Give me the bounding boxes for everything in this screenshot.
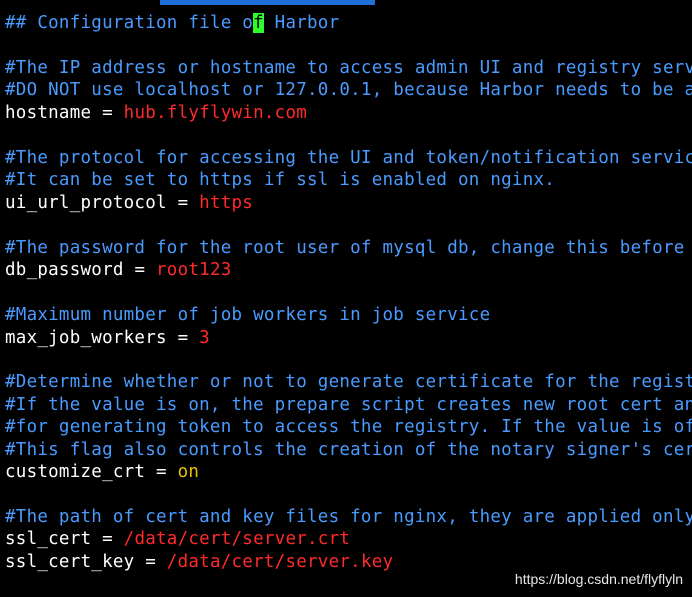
comment-line[interactable]: #DO NOT use localhost or 127.0.0.1, beca… xyxy=(5,79,692,101)
active-tab-indicator[interactable] xyxy=(160,0,375,5)
setting-key: ssl_cert_key xyxy=(5,552,135,572)
assignment-operator: = xyxy=(91,103,124,123)
comment-line[interactable]: #This flag also controls the creation of… xyxy=(5,439,692,461)
comment-line[interactable]: #Maximum number of job workers in job se… xyxy=(5,304,490,326)
blog-watermark: https://blog.csdn.net/flyflyln xyxy=(514,571,683,587)
setting-line-ui-url-protocol[interactable]: ui_url_protocol = https xyxy=(5,192,253,214)
comment-line[interactable]: #If the value is on, the prepare script … xyxy=(5,394,692,416)
setting-value: on xyxy=(177,462,200,482)
terminal-editor[interactable]: ## Configuration file of Harbor #The IP … xyxy=(0,0,692,597)
comment-line[interactable]: #The IP address or hostname to access ad… xyxy=(5,57,692,79)
comment-line[interactable]: #It can be set to https if ssl is enable… xyxy=(5,169,555,191)
setting-value: /data/cert/server.key xyxy=(166,552,394,572)
assignment-operator: = xyxy=(145,462,178,482)
comment-line[interactable]: #Determine whether or not to generate ce… xyxy=(5,371,692,393)
comment-line[interactable]: #The path of cert and key files for ngin… xyxy=(5,506,692,528)
setting-key: ssl_cert xyxy=(5,529,92,549)
setting-key: ui_url_protocol xyxy=(5,193,167,213)
comment-line[interactable]: #The protocol for accessing the UI and t… xyxy=(5,147,692,169)
assignment-operator: = xyxy=(166,193,200,213)
setting-key: max_job_workers xyxy=(5,328,167,348)
comment-line[interactable]: #for generating token to access the regi… xyxy=(5,416,692,438)
setting-key: hostname xyxy=(5,103,92,123)
assignment-operator: = xyxy=(91,529,124,549)
setting-key: db_password xyxy=(5,260,124,280)
comment-line[interactable]: #The password for the root user of mysql… xyxy=(5,237,685,259)
heading-text-after: Harbor xyxy=(263,13,340,33)
setting-line-max-job-workers[interactable]: max_job_workers = 3 xyxy=(5,327,210,349)
window-top-strip xyxy=(0,0,692,5)
setting-value: root123 xyxy=(156,260,232,280)
setting-line-customize-crt[interactable]: customize_crt = on xyxy=(5,461,199,483)
setting-value: https xyxy=(199,193,254,213)
setting-value: 3 xyxy=(199,328,210,348)
setting-line-ssl-cert[interactable]: ssl_cert = /data/cert/server.crt xyxy=(5,528,350,550)
assignment-operator: = xyxy=(134,552,167,572)
assignment-operator: = xyxy=(123,260,157,280)
setting-line-db-password[interactable]: db_password = root123 xyxy=(5,259,232,281)
setting-value: /data/cert/server.crt xyxy=(123,529,351,549)
assignment-operator: = xyxy=(166,328,200,348)
config-heading-line[interactable]: ## Configuration file of Harbor xyxy=(5,12,339,34)
setting-key: customize_crt xyxy=(5,462,146,482)
heading-text-before: ## Configuration file o xyxy=(5,13,254,33)
setting-line-ssl-cert-key[interactable]: ssl_cert_key = /data/cert/server.key xyxy=(5,551,393,573)
setting-line-hostname[interactable]: hostname = hub.flyflywin.com xyxy=(5,102,307,124)
setting-value: hub.flyflywin.com xyxy=(123,103,308,123)
text-cursor: f xyxy=(253,13,264,33)
